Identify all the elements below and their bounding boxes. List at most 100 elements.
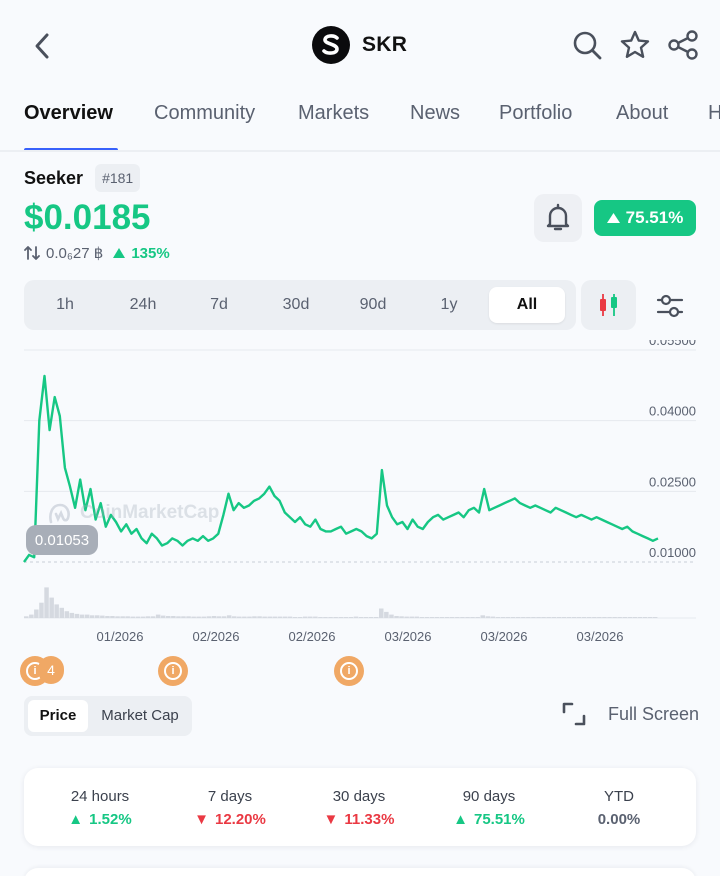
volume-bar [348, 617, 354, 618]
event-count-badge[interactable]: 4 [38, 656, 64, 684]
volume-bar [581, 617, 587, 618]
volume-bar [409, 616, 414, 618]
volume-bar [480, 615, 485, 618]
star-icon [620, 30, 650, 58]
stat-7d: 7 days ▼ 12.20% [194, 788, 266, 828]
search-button[interactable] [570, 28, 604, 62]
full-screen-button[interactable]: Full Screen [560, 700, 699, 728]
volume-bar [536, 617, 541, 618]
y-tick-label: 0.02500 [649, 474, 696, 489]
volume-bar [632, 617, 638, 618]
volume-bar [110, 616, 115, 618]
volume-bar [84, 614, 90, 618]
coin-name-row: Seeker #181 [24, 164, 141, 192]
triangle-down-icon: ▼ [194, 811, 209, 828]
range-1h[interactable]: 1h [33, 287, 97, 323]
chart-mode-toggle: Price Market Cap [24, 696, 192, 736]
expand-icon [562, 702, 586, 726]
volume-bar [465, 617, 470, 618]
volume-bar [242, 616, 247, 618]
range-all[interactable]: All [489, 287, 565, 323]
volume-bar [29, 614, 34, 618]
volume-bar [120, 616, 125, 618]
swap-vertical-icon[interactable] [24, 245, 40, 261]
chart-settings-button[interactable] [648, 284, 692, 328]
price-change-badge: 75.51% [594, 200, 696, 236]
volume-bar [510, 617, 516, 618]
volume-bar [647, 617, 653, 618]
tab-portfolio[interactable]: Portfolio [499, 102, 572, 125]
share-icon [668, 30, 698, 60]
event-marker[interactable]: i [158, 656, 188, 686]
volume-bar [252, 616, 257, 618]
volume-bar [196, 616, 201, 618]
volume-bar [226, 615, 232, 618]
volume-bar [587, 617, 592, 618]
tab-news[interactable]: News [410, 102, 460, 125]
x-tick-label: 02/2026 [193, 629, 240, 644]
tab-markets[interactable]: Markets [298, 102, 369, 125]
event-marker[interactable]: i [334, 656, 364, 686]
bell-icon [546, 203, 570, 231]
tab-about[interactable]: About [616, 102, 668, 125]
volume-bar [282, 616, 288, 618]
y-tick-label: 0.04000 [649, 404, 696, 419]
volume-bar [176, 616, 181, 618]
range-1y[interactable]: 1y [417, 287, 481, 323]
volume-bar [505, 617, 511, 618]
time-range-selector: 1h 24h 7d 30d 90d 1y All [24, 280, 576, 330]
volume-bar [455, 617, 460, 618]
current-price: $0.0185 [24, 198, 151, 237]
price-change-value: 75.51% [625, 208, 684, 227]
watchlist-button[interactable] [618, 28, 652, 62]
volume-bar [34, 609, 39, 618]
volume-bar [318, 617, 323, 618]
volume-bar [556, 617, 562, 618]
tab-more[interactable]: H [708, 102, 720, 125]
volume-bar [130, 616, 135, 618]
volume-bar [191, 616, 196, 618]
volume-bar [531, 617, 536, 618]
volume-bar [44, 587, 49, 618]
volume-bar [576, 617, 582, 618]
mode-price[interactable]: Price [28, 700, 88, 732]
volume-bar [328, 617, 333, 618]
share-button[interactable] [666, 28, 700, 62]
volume-bar [607, 617, 612, 618]
full-screen-label: Full Screen [608, 703, 700, 724]
triangle-down-icon: ▼ [323, 811, 339, 828]
volume-bar [89, 615, 95, 618]
volume-bar [445, 617, 450, 618]
range-24h[interactable]: 24h [111, 287, 175, 323]
volume-bar [414, 616, 419, 618]
volume-bar [551, 617, 556, 618]
volume-bar [237, 616, 242, 618]
tab-community[interactable]: Community [154, 102, 255, 125]
volume-bar [394, 616, 399, 618]
volume-bar [612, 617, 617, 618]
mode-market-cap[interactable]: Market Cap [92, 700, 188, 732]
volume-bar [267, 616, 272, 618]
active-tab-indicator [24, 148, 118, 150]
candlestick-toggle[interactable] [581, 280, 636, 330]
volume-bar [470, 617, 475, 618]
top-actions [570, 28, 700, 62]
volume-bar [485, 616, 491, 618]
volume-bar [424, 617, 430, 618]
volume-bar [358, 617, 364, 618]
range-90d[interactable]: 90d [341, 287, 405, 323]
price-alert-button[interactable] [534, 194, 582, 242]
volume-bar [374, 617, 379, 618]
stat-ytd: YTD 0.00% [597, 788, 641, 828]
volume-bar [39, 602, 44, 618]
volume-bar [64, 611, 70, 618]
volume-bar [59, 607, 64, 618]
coin-detail-page: SKR Overview Community Markets News Port… [0, 0, 720, 876]
back-button[interactable] [22, 28, 62, 64]
sliders-icon [656, 294, 684, 318]
tab-overview[interactable]: Overview [24, 102, 113, 125]
volume-bar [115, 616, 120, 618]
range-7d[interactable]: 7d [187, 287, 251, 323]
stat-24h: 24 hours ▲ 1.52% [68, 788, 132, 828]
range-30d[interactable]: 30d [264, 287, 328, 323]
